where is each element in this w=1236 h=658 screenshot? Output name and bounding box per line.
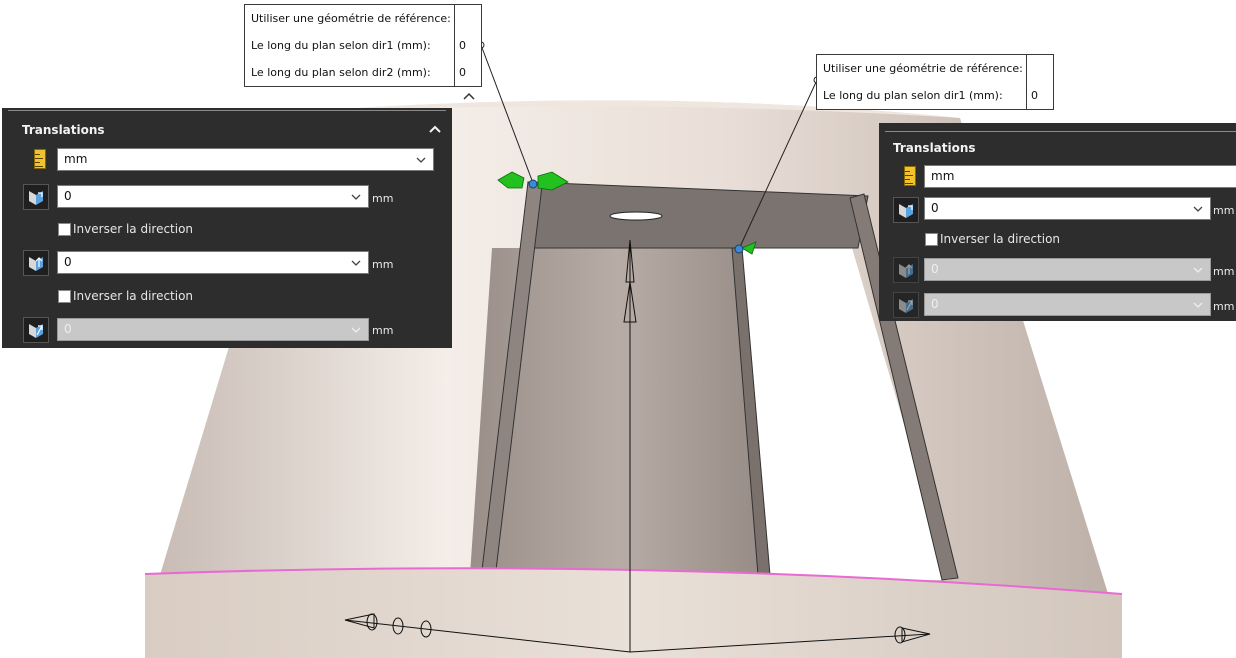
translation-z-value: 0	[931, 297, 939, 311]
direction-y-icon[interactable]	[23, 250, 49, 276]
translation-y-input: 0	[924, 258, 1211, 281]
callout-label: Utiliser une géométrie de référence:	[823, 62, 1023, 75]
unit-label: mm	[372, 192, 394, 205]
panel-title: Translations	[893, 141, 976, 155]
callout-value[interactable]: 0	[459, 59, 466, 86]
unit-label: mm	[372, 258, 394, 271]
callout-value[interactable]: 0	[1031, 82, 1038, 109]
callout-label: Le long du plan selon dir2 (mm):	[251, 66, 431, 79]
unit-label: mm	[1213, 300, 1235, 313]
callout-value[interactable]: 0	[459, 32, 466, 59]
translation-z-value: 0	[64, 322, 72, 336]
ruler-icon	[34, 149, 46, 169]
translation-y-input[interactable]: 0	[57, 251, 369, 274]
translations-panel-left: Translations mm 0 mm Inverser la directi…	[2, 108, 452, 348]
divider	[885, 131, 1236, 132]
unit-select-value: mm	[931, 169, 955, 183]
translations-panel-right: Translations mm 0 mm Inverser la directi…	[879, 123, 1236, 321]
chevron-down-icon[interactable]	[1192, 198, 1204, 219]
unit-label: mm	[1213, 204, 1235, 217]
unit-select[interactable]: mm	[57, 148, 434, 171]
chevron-up-icon[interactable]	[428, 122, 442, 136]
callout-label: Le long du plan selon dir1 (mm):	[823, 89, 1003, 102]
callout-left: Utiliser une géométrie de référence: Le …	[244, 4, 482, 87]
direction-z-icon	[893, 292, 919, 318]
chevron-down-icon[interactable]	[350, 252, 362, 273]
chevron-down-icon	[351, 327, 361, 333]
translation-x-value: 0	[931, 201, 939, 215]
unit-select-value: mm	[64, 152, 88, 166]
translation-y-value: 0	[931, 262, 939, 276]
reverse-direction-checkbox[interactable]	[58, 290, 71, 303]
reverse-direction-checkbox[interactable]	[925, 233, 938, 246]
translation-z-input: 0	[924, 293, 1211, 316]
chevron-up-icon[interactable]	[463, 92, 475, 100]
panel-title: Translations	[22, 123, 105, 137]
direction-x-icon[interactable]	[23, 184, 49, 210]
callout-right: Utiliser une géométrie de référence: Le …	[816, 54, 1054, 110]
pivot-point-right	[734, 244, 744, 254]
callout-label: Utiliser une géométrie de référence:	[251, 12, 451, 25]
direction-z-icon	[23, 317, 49, 343]
hole	[609, 211, 663, 221]
divider	[8, 110, 446, 111]
unit-label: mm	[372, 324, 394, 337]
direction-y-icon	[893, 257, 919, 283]
pivot-point-left	[528, 179, 538, 189]
chevron-down-icon[interactable]	[350, 186, 362, 207]
callout-label: Le long du plan selon dir1 (mm):	[251, 39, 431, 52]
chevron-down-icon[interactable]	[415, 149, 427, 170]
ruler-icon	[904, 166, 916, 186]
translation-z-input: 0	[57, 318, 369, 341]
translation-x-value: 0	[64, 189, 72, 203]
callout-row: Le long du plan selon dir2 (mm):	[245, 59, 455, 86]
translation-x-input[interactable]: 0	[924, 197, 1211, 220]
callout-row: Utiliser une géométrie de référence:	[245, 5, 455, 32]
reverse-direction-checkbox[interactable]	[58, 223, 71, 236]
chevron-down-icon	[1193, 302, 1203, 308]
direction-x-icon[interactable]	[893, 197, 919, 223]
callout-row: Le long du plan selon dir1 (mm):	[817, 82, 1027, 109]
chevron-down-icon	[1193, 267, 1203, 273]
translation-y-value: 0	[64, 255, 72, 269]
unit-select[interactable]: mm	[924, 165, 1236, 188]
callout-row: Le long du plan selon dir1 (mm):	[245, 32, 455, 59]
reverse-direction-label[interactable]: Inverser la direction	[73, 289, 193, 303]
callout-row: Utiliser une géométrie de référence:	[817, 55, 1027, 82]
translation-x-input[interactable]: 0	[57, 185, 369, 208]
reverse-direction-label[interactable]: Inverser la direction	[73, 222, 193, 236]
reverse-direction-label[interactable]: Inverser la direction	[940, 232, 1060, 246]
unit-label: mm	[1213, 265, 1235, 278]
